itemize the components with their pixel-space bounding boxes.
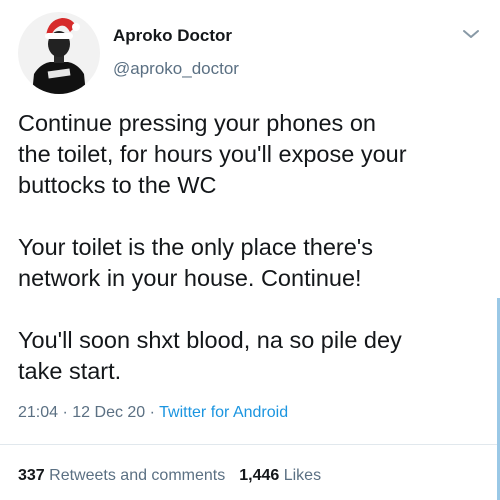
tweet-line: the toilet, for hours you'll expose your <box>18 141 407 167</box>
tweet-line: network in your house. Continue! <box>18 265 362 291</box>
likes-label: Likes <box>279 467 322 484</box>
divider <box>0 444 500 445</box>
tweet-page: Aproko Doctor @aproko_doctor Continue pr… <box>0 0 500 500</box>
avatar[interactable] <box>18 12 100 94</box>
meta-separator: · <box>58 404 73 421</box>
tweet-date: 12 Dec 20 <box>72 404 146 421</box>
meta-separator: · <box>145 404 160 421</box>
tweet-meta: 21:04 · 12 Dec 20 · Twitter for Android <box>18 404 288 422</box>
author-name[interactable]: Aproko Doctor <box>113 26 232 46</box>
tweet-source-link[interactable]: Twitter for Android <box>159 404 288 421</box>
author-handle[interactable]: @aproko_doctor <box>113 59 239 79</box>
tweet-line: take start. <box>18 358 122 384</box>
tweet-line: You'll soon shxt blood, na so pile dey <box>18 327 402 353</box>
chevron-down-icon[interactable] <box>460 26 482 42</box>
tweet-stats: 337 Retweets and comments 1,446 Likes <box>18 467 321 485</box>
likes-count: 1,446 <box>239 467 280 484</box>
tweet-header: Aproko Doctor @aproko_doctor <box>18 12 482 94</box>
tweet-text: Continue pressing your phones on the toi… <box>18 108 488 387</box>
likes-stat[interactable]: 1,446 Likes <box>239 467 321 484</box>
retweets-label: Retweets and comments <box>44 467 226 484</box>
tweet-time: 21:04 <box>18 404 59 421</box>
tweet-line: Your toilet is the only place there's <box>18 234 374 260</box>
retweets-stat[interactable]: 337 Retweets and comments <box>18 467 225 484</box>
tweet-line: Continue pressing your phones on <box>18 110 376 136</box>
tweet-line: buttocks to the WC <box>18 172 217 198</box>
avatar-photo <box>32 18 86 94</box>
retweets-count: 337 <box>18 467 45 484</box>
